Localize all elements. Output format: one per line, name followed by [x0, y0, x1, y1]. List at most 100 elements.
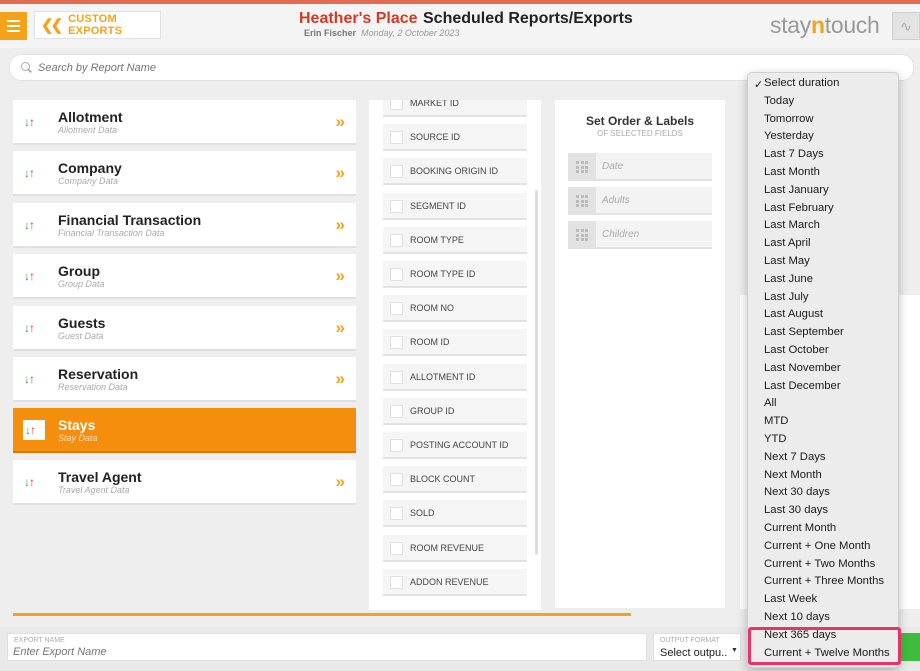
field-checkbox[interactable] — [390, 165, 403, 179]
report-item[interactable]: ↓↑ Allotment Allotment Data » — [13, 100, 356, 145]
field-item[interactable]: POSTING ACCOUNT ID — [383, 432, 527, 459]
sort-arrows-icon: ↓↑ — [24, 166, 35, 181]
duration-option[interactable]: Last Week — [764, 593, 817, 605]
field-checkbox[interactable] — [390, 100, 403, 110]
duration-option[interactable]: Last April — [764, 237, 810, 249]
search-input[interactable] — [38, 61, 638, 74]
duration-option[interactable]: Current + Two Months — [764, 558, 875, 570]
duration-option[interactable]: Next Month — [764, 469, 822, 481]
field-item[interactable]: SOLD — [383, 500, 527, 528]
report-item[interactable]: ↓↑ Guests Guest Data » — [13, 305, 356, 351]
report-item[interactable]: ↓↑ Group Group Data » — [13, 254, 356, 300]
duration-option[interactable]: Current + Three Months — [764, 575, 884, 587]
report-item[interactable]: ↓↑ Travel Agent Travel Agent Data » — [13, 459, 356, 505]
export-name-field[interactable]: EXPORT NAME — [7, 633, 647, 661]
field-checkbox[interactable] — [390, 268, 403, 281]
field-item[interactable]: BOOKING ORIGIN ID — [383, 158, 527, 186]
selected-field-item[interactable]: Date — [568, 153, 712, 181]
field-label: ADDON REVENUE — [410, 576, 489, 587]
field-checkbox[interactable] — [390, 404, 403, 418]
duration-option[interactable]: Last 30 days — [764, 504, 828, 516]
report-item[interactable]: ↓↑ Company Company Data » — [13, 151, 356, 197]
duration-option[interactable]: Last May — [764, 255, 810, 267]
field-checkbox[interactable] — [390, 473, 403, 487]
field-item[interactable]: ROOM ID — [383, 329, 527, 357]
sort-arrows-icon: ↓↑ — [23, 420, 45, 441]
field-label: BLOCK COUNT — [410, 474, 476, 485]
field-item[interactable]: ROOM TYPE — [383, 226, 527, 254]
field-checkbox[interactable] — [390, 131, 403, 145]
duration-option[interactable]: Current + One Month — [764, 540, 870, 552]
duration-option[interactable]: YTD — [764, 433, 787, 445]
field-item[interactable]: ROOM REVENUE — [383, 534, 527, 562]
fields-panel: MARKET ID SOURCE ID BOOKING ORIGIN ID SEGME… — [369, 100, 541, 610]
field-checkbox[interactable] — [390, 233, 403, 247]
fields-scrollbar[interactable] — [535, 190, 538, 555]
duration-dropdown[interactable]: ✓ Select duration Today Tomorrow Yesterday L… — [747, 72, 899, 668]
report-title: Group — [58, 263, 100, 280]
field-item[interactable]: BLOCK COUNT — [383, 466, 527, 494]
field-item[interactable]: GROUP ID — [383, 397, 527, 425]
field-checkbox[interactable] — [390, 199, 403, 213]
duration-option[interactable]: Yesterday — [764, 130, 814, 142]
duration-option[interactable]: Last October — [764, 344, 829, 356]
report-title: Company — [58, 160, 122, 177]
field-item[interactable]: MARKET ID — [383, 100, 527, 117]
field-label: ROOM TYPE ID — [410, 269, 476, 279]
field-item[interactable]: SOURCE ID — [383, 124, 527, 152]
duration-option[interactable]: All — [764, 397, 777, 409]
report-subtitle: Group Data — [58, 279, 105, 290]
report-item[interactable]: ↓↑ Stays Stay Data — [13, 408, 356, 454]
field-checkbox[interactable] — [390, 370, 403, 384]
duration-option[interactable]: Last September — [764, 326, 844, 338]
field-item[interactable]: ROOM TYPE ID — [383, 261, 527, 288]
field-item[interactable]: ALLOTMENT ID — [383, 363, 527, 391]
duration-option[interactable]: Select duration — [764, 77, 839, 89]
back-to-custom-exports-button[interactable]: ❮❮ CUSTOM EXPORTS — [34, 11, 161, 39]
duration-option[interactable]: Last June — [764, 273, 813, 285]
drag-handle-icon[interactable] — [568, 187, 596, 215]
activity-icon[interactable]: ∿ — [892, 12, 920, 40]
field-checkbox[interactable] — [390, 575, 403, 589]
duration-option[interactable]: MTD — [764, 415, 788, 427]
duration-option[interactable]: Last February — [764, 202, 834, 214]
field-item[interactable]: ADDON REVENUE — [383, 568, 527, 596]
duration-option[interactable]: Tomorrow — [764, 113, 814, 125]
field-checkbox[interactable] — [390, 302, 403, 316]
selected-field-item[interactable]: Adults — [568, 187, 712, 215]
export-name-input[interactable] — [13, 646, 633, 658]
drag-handle-icon[interactable] — [568, 153, 596, 181]
field-checkbox[interactable] — [390, 507, 403, 521]
field-label: SOURCE ID — [410, 132, 461, 143]
duration-option[interactable]: Next 7 Days — [764, 451, 826, 463]
duration-option[interactable]: Today — [764, 95, 794, 107]
field-checkbox[interactable] — [390, 439, 403, 452]
drag-handle-icon[interactable] — [568, 221, 596, 249]
field-checkbox[interactable] — [390, 541, 403, 555]
double-chevron-left-icon: ❮❮ — [41, 17, 63, 34]
output-format-select[interactable]: OUTPUT FORMAT Select outpu.. ▼ — [653, 633, 741, 661]
double-chevron-right-icon: » — [335, 112, 345, 131]
duration-option[interactable]: Last December — [764, 380, 841, 392]
selected-field-item[interactable]: Children — [568, 221, 712, 249]
report-item[interactable]: ↓↑ Financial Transaction Financial Transac… — [13, 202, 356, 248]
field-item[interactable]: SEGMENT ID — [383, 192, 527, 220]
duration-option[interactable]: Last November — [764, 362, 841, 374]
duration-option[interactable]: Last Month — [764, 166, 820, 178]
field-item[interactable]: ROOM NO — [383, 295, 527, 323]
duration-option[interactable]: Last January — [764, 184, 829, 196]
field-checkbox[interactable] — [390, 336, 403, 350]
duration-option[interactable]: Last 7 Days — [764, 148, 824, 160]
duration-option[interactable]: Next 30 days — [764, 486, 830, 498]
output-format-value: Select outpu.. — [660, 647, 728, 659]
double-chevron-right-icon: » — [335, 471, 345, 491]
back-button-label: CUSTOM EXPORTS — [68, 13, 123, 37]
duration-option[interactable]: Current Month — [764, 522, 836, 534]
hamburger-menu-icon[interactable] — [0, 12, 27, 40]
duration-option[interactable]: Last August — [764, 308, 823, 320]
report-item[interactable]: ↓↑ Reservation Reservation Data » — [13, 356, 356, 402]
duration-option[interactable]: Next 10 days — [764, 611, 830, 623]
duration-option[interactable]: Last July — [764, 291, 809, 303]
field-label: ROOM ID — [410, 337, 450, 348]
duration-option[interactable]: Last March — [764, 219, 820, 231]
